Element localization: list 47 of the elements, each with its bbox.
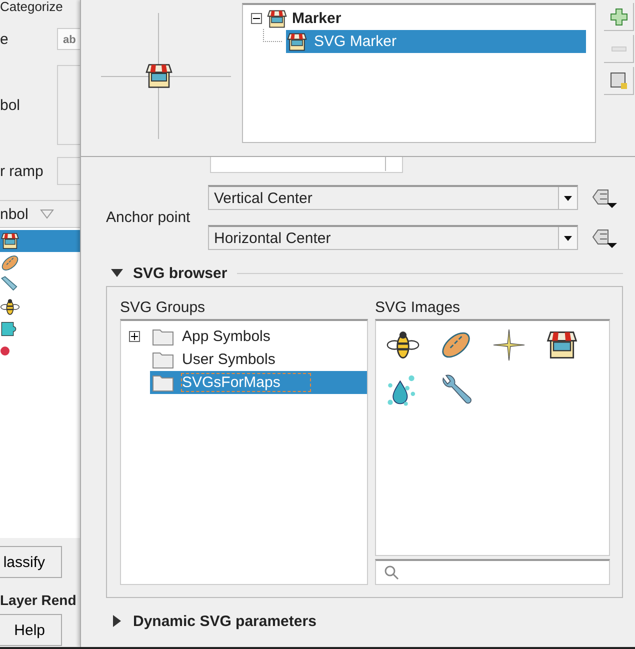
- shop-icon: [144, 61, 174, 91]
- data-defined-override-icon[interactable]: [590, 226, 618, 248]
- section-title: Layer Rend: [0, 591, 78, 610]
- dot-icon: [0, 346, 10, 356]
- svg-image-grid[interactable]: [375, 319, 610, 556]
- anchor-dropdown[interactable]: Vertical Center: [208, 185, 578, 210]
- plus-icon: [608, 6, 628, 26]
- classify-button[interactable]: lassify: [0, 546, 62, 578]
- input-field[interactable]: [210, 157, 403, 173]
- folder-icon: [152, 374, 174, 392]
- svg-images-label: SVG Images: [375, 299, 462, 316]
- svg-groups-tree[interactable]: App Symbols User Symbols SVGsForMaps: [120, 319, 368, 585]
- section-title: SVG browser: [133, 264, 228, 282]
- input-field[interactable]: ab: [57, 28, 80, 50]
- tree-item[interactable]: User Symbols: [150, 348, 367, 371]
- window-title: Categorize: [0, 0, 64, 14]
- symbol-layer-tree[interactable]: Marker SVG Marker: [242, 3, 596, 143]
- field-label: e: [0, 30, 8, 48]
- help-button[interactable]: Help: [0, 614, 62, 646]
- field-label: r ramp: [0, 162, 44, 180]
- sort-icon: [40, 209, 54, 219]
- duplicate-icon: [608, 70, 628, 90]
- minus-icon: [610, 46, 626, 52]
- tree-item[interactable]: SVG Marker: [286, 30, 586, 53]
- search-icon: [384, 564, 400, 581]
- bread-icon: [0, 253, 20, 273]
- section-title: Dynamic SVG parameters: [133, 612, 316, 630]
- tree-item[interactable]: Marker: [292, 10, 342, 27]
- collapse-arrow-icon[interactable]: [111, 267, 123, 279]
- shop-icon: [266, 8, 288, 30]
- symbol-row[interactable]: [0, 230, 80, 252]
- anchor-point-label: Anchor point: [106, 209, 192, 226]
- search-field[interactable]: [375, 559, 610, 585]
- shop-icon: [286, 30, 308, 52]
- anchor-dropdown[interactable]: Horizontal Center: [208, 225, 578, 250]
- shop-icon: [0, 231, 20, 251]
- expand-arrow-icon[interactable]: [111, 615, 123, 627]
- collapse-icon[interactable]: [251, 13, 262, 24]
- expand-icon[interactable]: [129, 331, 140, 342]
- svg-groups-label: SVG Groups: [120, 299, 206, 316]
- sparkle-icon: [492, 328, 526, 362]
- data-defined-override-icon[interactable]: [590, 186, 618, 208]
- tree-item[interactable]: App Symbols: [150, 325, 367, 348]
- field-label: bol: [0, 96, 20, 114]
- tree-item[interactable]: SVGsForMaps: [150, 371, 367, 394]
- folder-icon: [152, 328, 174, 346]
- folder-icon: [152, 350, 174, 368]
